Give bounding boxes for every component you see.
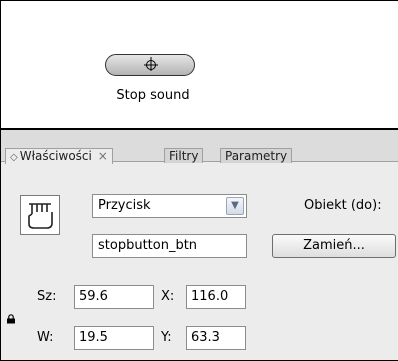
height-label: W: xyxy=(37,330,54,345)
y-value: 63.3 xyxy=(191,330,220,345)
panel-tabstrip: ◇ Właściwości × Filtry Parametry xyxy=(1,130,398,164)
x-value: 116.0 xyxy=(191,289,229,304)
properties-panel: ◇ Właściwości × Filtry Parametry Przycisk… xyxy=(1,130,398,360)
tab-close-icon[interactable]: × xyxy=(98,149,108,163)
x-input[interactable]: 116.0 xyxy=(186,285,246,309)
swap-button[interactable]: Zamień... xyxy=(272,234,396,258)
registration-crosshair-icon xyxy=(144,57,158,71)
instance-name-input[interactable]: stopbutton_btn xyxy=(92,234,247,258)
x-label: X: xyxy=(161,289,175,304)
tab-filters[interactable]: Filtry xyxy=(164,148,204,163)
y-label: Y: xyxy=(161,330,172,345)
height-value: 19.5 xyxy=(79,330,108,345)
lock-icon[interactable] xyxy=(6,314,16,324)
tab-properties-label: Właściwości xyxy=(19,149,92,163)
instance-name-value: stopbutton_btn xyxy=(98,238,198,253)
stop-sound-label: Stop sound xyxy=(116,88,190,103)
hand-pointer-icon xyxy=(28,203,53,229)
tab-parameters-label: Parametry xyxy=(225,149,288,163)
chevron-down-icon[interactable]: ▼ xyxy=(226,197,244,215)
width-value: 59.6 xyxy=(79,289,108,304)
height-input[interactable]: 19.5 xyxy=(74,326,154,350)
stage: Stop sound xyxy=(1,1,398,128)
panel-options-icon: ◇ xyxy=(10,152,18,163)
button-symbol-icon xyxy=(20,195,60,235)
symbol-type-value: Przycisk xyxy=(98,198,151,213)
flash-window: Stop sound ◇ Właściwości × Filtry Paramet… xyxy=(0,0,398,361)
width-input[interactable]: 59.6 xyxy=(74,285,154,309)
tab-filters-label: Filtry xyxy=(169,149,199,163)
stop-sound-button-instance[interactable] xyxy=(105,54,195,76)
y-input[interactable]: 63.3 xyxy=(186,326,246,350)
width-label: Sz: xyxy=(37,289,57,304)
tab-parameters[interactable]: Parametry xyxy=(220,148,293,163)
object-label: Obiekt (do): xyxy=(304,198,382,213)
tab-properties[interactable]: ◇ Właściwości × xyxy=(5,148,113,164)
symbol-type-select[interactable]: Przycisk ▼ xyxy=(92,194,247,218)
